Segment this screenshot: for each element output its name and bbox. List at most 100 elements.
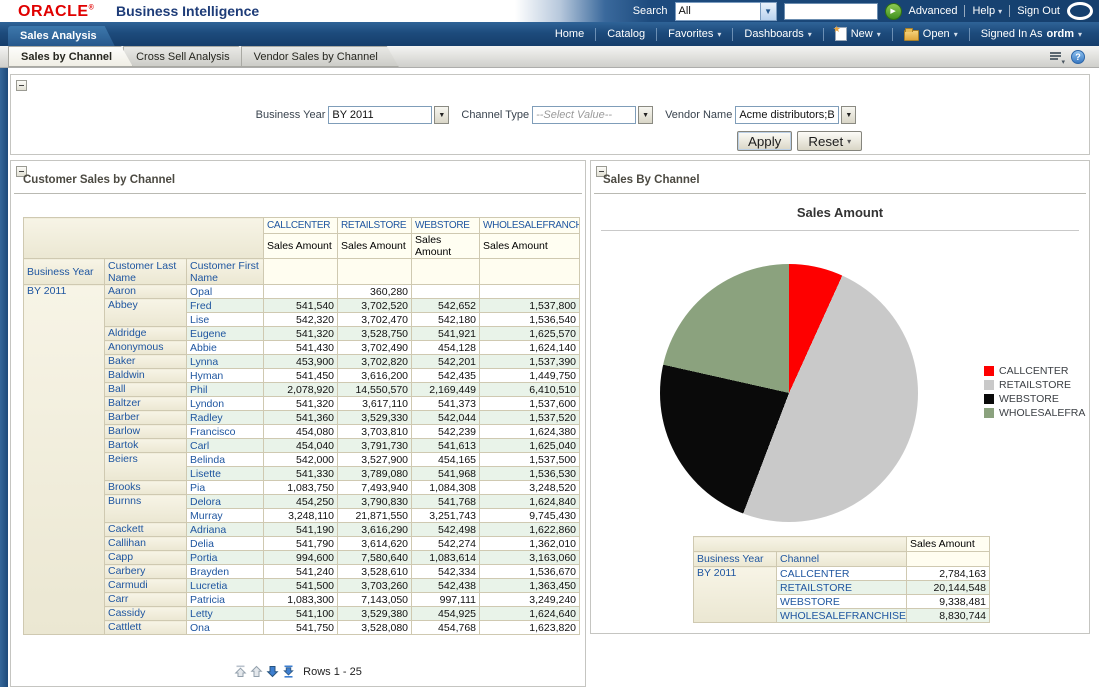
channel-cell[interactable]: WHOLESALEFRANCHISE [777, 609, 907, 623]
first-name-cell[interactable]: Lisette [187, 467, 264, 481]
nav-open[interactable]: Open▾ [893, 27, 969, 41]
first-name-cell[interactable]: Phil [187, 383, 264, 397]
first-page-icon[interactable] [234, 665, 247, 678]
first-name-cell[interactable]: Lyndon [187, 397, 264, 411]
last-name-cell[interactable]: Cassidy [105, 607, 187, 621]
vendor-name-combo[interactable]: Acme distributors;B [735, 106, 839, 124]
search-go-button[interactable]: ▶ [885, 3, 902, 20]
channel-column-header[interactable]: CALLCENTER [264, 218, 338, 234]
first-name-cell[interactable]: Abbie [187, 341, 264, 355]
measure-header[interactable]: Sales Amount [264, 234, 338, 259]
dimension-header[interactable]: Channel [777, 552, 907, 567]
advanced-link[interactable]: Advanced [909, 5, 958, 17]
last-name-cell[interactable]: Anonymous [105, 341, 187, 355]
first-name-cell[interactable]: Brayden [187, 565, 264, 579]
last-name-cell[interactable]: Baker [105, 355, 187, 369]
nav-favorites[interactable]: Favorites▾ [657, 28, 732, 40]
max-rows-icon[interactable] [282, 665, 295, 678]
business-year-combo[interactable]: BY 2011 [328, 106, 432, 124]
first-name-cell[interactable]: Murray [187, 509, 264, 523]
measure-header[interactable]: Sales Amount [412, 234, 480, 259]
page-down-icon[interactable] [266, 665, 279, 678]
measure-header[interactable]: Sales Amount [480, 234, 580, 259]
first-name-cell[interactable]: Ona [187, 621, 264, 635]
tab-cross-sell-analysis[interactable]: Cross Sell Analysis [123, 46, 251, 67]
last-name-cell[interactable]: Aldridge [105, 327, 187, 341]
first-name-cell[interactable]: Delora [187, 495, 264, 509]
channel-column-header[interactable]: WEBSTORE [412, 218, 480, 234]
last-name-cell[interactable]: Brooks [105, 481, 187, 495]
first-name-cell[interactable]: Eugene [187, 327, 264, 341]
last-name-cell[interactable]: Baltzer [105, 397, 187, 411]
last-name-cell[interactable]: Carbery [105, 565, 187, 579]
last-name-cell[interactable]: Barlow [105, 425, 187, 439]
channel-type-dropdown-icon[interactable]: ▼ [638, 106, 653, 124]
business-year-cell[interactable]: BY 2011 [24, 285, 105, 635]
reset-button[interactable]: Reset▾ [797, 131, 862, 151]
first-name-cell[interactable]: Patricia [187, 593, 264, 607]
first-name-cell[interactable]: Portia [187, 551, 264, 565]
nav-dashboards[interactable]: Dashboards▾ [733, 28, 822, 40]
channel-type-combo[interactable]: --Select Value-- [532, 106, 636, 124]
dimension-header[interactable]: Business Year [694, 552, 777, 567]
dimension-header[interactable]: Customer First Name [187, 259, 264, 285]
first-name-cell[interactable]: Lise [187, 313, 264, 327]
last-name-cell[interactable]: Carr [105, 593, 187, 607]
first-name-cell[interactable]: Adriana [187, 523, 264, 537]
last-name-cell[interactable]: Bartok [105, 439, 187, 453]
tab-sales-by-channel[interactable]: Sales by Channel [8, 46, 133, 67]
apply-button[interactable]: Apply [737, 131, 792, 151]
search-input[interactable] [784, 3, 878, 20]
nav-new[interactable]: New▾ [824, 27, 892, 41]
first-name-cell[interactable]: Pia [187, 481, 264, 495]
first-name-cell[interactable]: Lynna [187, 355, 264, 369]
page-up-icon[interactable] [250, 665, 263, 678]
channel-column-header[interactable]: WHOLESALEFRANCHISE [480, 218, 580, 234]
first-name-cell[interactable]: Letty [187, 607, 264, 621]
nav-home[interactable]: Home [544, 28, 595, 40]
last-name-cell[interactable]: Callihan [105, 537, 187, 551]
first-name-cell[interactable]: Fred [187, 299, 264, 313]
first-name-cell[interactable]: Hyman [187, 369, 264, 383]
last-name-cell[interactable]: Aaron [105, 285, 187, 299]
measure-header[interactable]: Sales Amount [338, 234, 412, 259]
business-year-dropdown-icon[interactable]: ▼ [434, 106, 449, 124]
last-name-cell[interactable]: Abbey [105, 299, 187, 327]
help-menu[interactable]: Help ▾ [972, 5, 1002, 17]
last-name-cell[interactable]: Beiers [105, 453, 187, 481]
last-name-cell[interactable]: Carmudi [105, 579, 187, 593]
dimension-header[interactable]: Customer Last Name [105, 259, 187, 285]
tab-vendor-sales-by-channel[interactable]: Vendor Sales by Channel [241, 46, 399, 67]
first-name-cell[interactable]: Carl [187, 439, 264, 453]
first-name-cell[interactable]: Belinda [187, 453, 264, 467]
dimension-header[interactable]: Business Year [24, 259, 105, 285]
last-name-cell[interactable]: Cattlett [105, 621, 187, 635]
business-year-cell[interactable]: BY 2011 [694, 567, 777, 623]
first-name-cell[interactable]: Lucretia [187, 579, 264, 593]
nav-signed-in-as[interactable]: Signed In As ordm▾ [970, 28, 1093, 40]
pie-chart[interactable] [660, 264, 918, 522]
channel-column-header[interactable]: RETAILSTORE [338, 218, 412, 234]
vendor-name-dropdown-icon[interactable]: ▼ [841, 106, 856, 124]
first-name-cell[interactable]: Opal [187, 285, 264, 299]
nav-catalog[interactable]: Catalog [596, 28, 656, 40]
last-name-cell[interactable]: Baldwin [105, 369, 187, 383]
dashboard-page-tab[interactable]: Sales Analysis [8, 26, 115, 46]
channel-cell[interactable]: CALLCENTER [777, 567, 907, 581]
collapse-section-icon[interactable] [16, 80, 27, 91]
last-name-cell[interactable]: Burnns [105, 495, 187, 523]
first-name-cell[interactable]: Radley [187, 411, 264, 425]
last-name-cell[interactable]: Ball [105, 383, 187, 397]
channel-cell[interactable]: RETAILSTORE [777, 581, 907, 595]
search-scope-select[interactable]: All ▼ [675, 2, 777, 21]
first-name-cell[interactable]: Delia [187, 537, 264, 551]
channel-cell[interactable]: WEBSTORE [777, 595, 907, 609]
page-options-icon[interactable] [1050, 51, 1063, 63]
measure-header[interactable]: Sales Amount [907, 537, 990, 552]
last-name-cell[interactable]: Cackett [105, 523, 187, 537]
last-name-cell[interactable]: Barber [105, 411, 187, 425]
sign-out-link[interactable]: Sign Out [1017, 5, 1060, 17]
last-name-cell[interactable]: Capp [105, 551, 187, 565]
first-name-cell[interactable]: Francisco [187, 425, 264, 439]
help-icon[interactable]: ? [1071, 50, 1085, 64]
